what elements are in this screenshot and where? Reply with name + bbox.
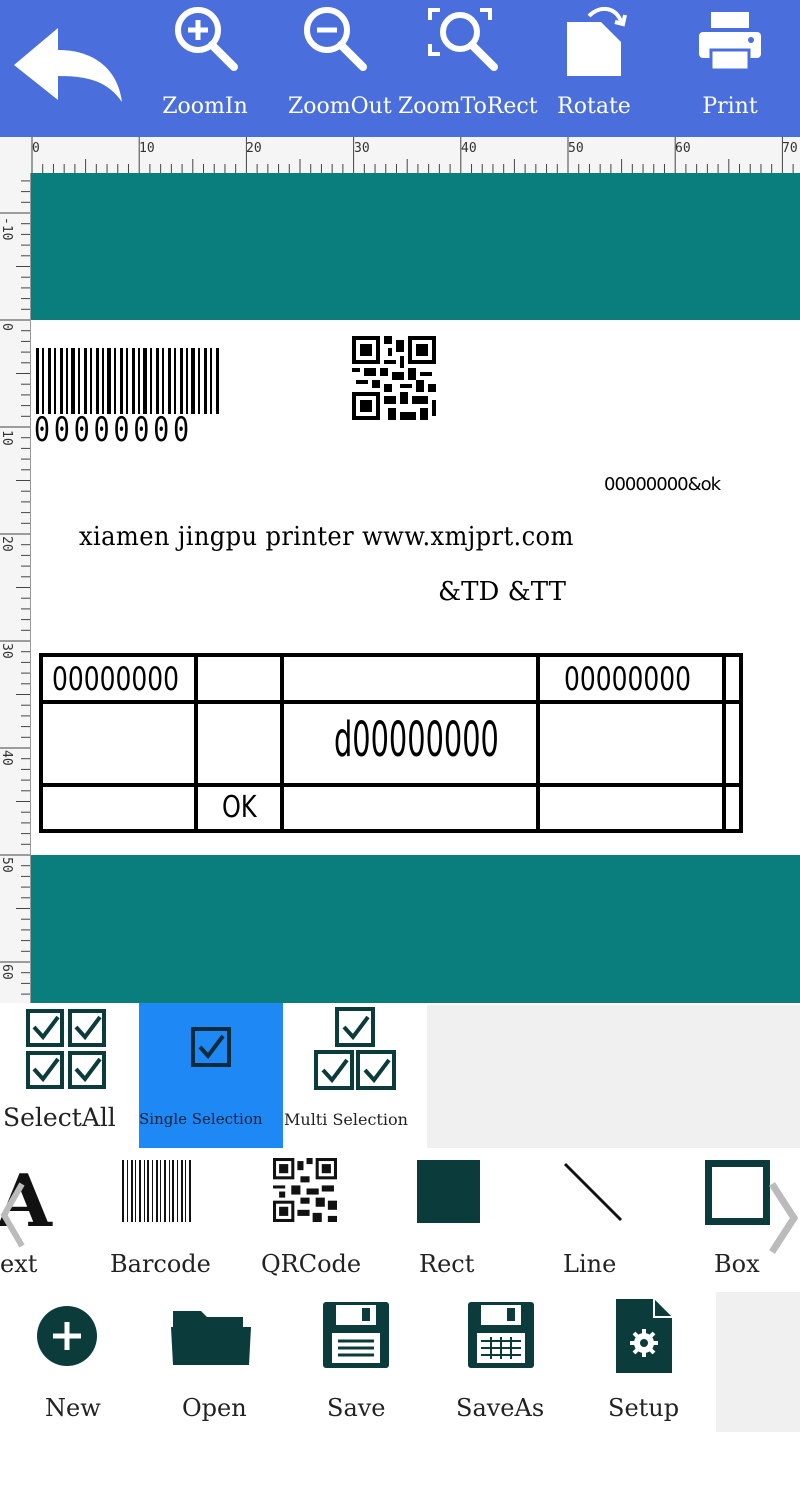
multi-check-icon [314, 1007, 396, 1090]
tool-rect-label: Rect [419, 1250, 475, 1278]
tool-text-label: ext [0, 1250, 38, 1278]
text-element-date-time[interactable]: &TD &TT [438, 577, 566, 607]
multi-selection-button[interactable]: Multi Selection [284, 1003, 426, 1148]
table-cell-text: 00000000 [564, 660, 692, 698]
barcode-text: 00000000 [34, 410, 193, 450]
zoom-in-label: ZoomIn [162, 94, 248, 119]
ruler-mark: 50 [0, 857, 14, 873]
ruler-mark: 40 [0, 750, 14, 766]
tool-box-label: Box [714, 1250, 760, 1278]
ruler-mark: 30 [354, 141, 370, 156]
print-button[interactable]: Print [688, 0, 772, 137]
save-label: Save [327, 1394, 386, 1422]
single-check-icon [191, 1027, 231, 1067]
plus-circle-icon [37, 1306, 97, 1366]
ruler-mark: 40 [461, 141, 477, 156]
select-all-label: SelectAll [3, 1103, 116, 1132]
ruler-mark: 0 [0, 323, 14, 331]
save-as-icon [468, 1302, 534, 1368]
zoom-out-button[interactable]: ZoomOut [288, 0, 392, 137]
ruler-mark: 60 [0, 964, 14, 980]
settings-file-icon [616, 1299, 672, 1373]
print-label: Print [702, 94, 758, 119]
tool-line-label: Line [563, 1250, 617, 1278]
table-cell-text: d00000000 [334, 712, 499, 768]
zoom-out-icon [304, 7, 367, 71]
setup-label: Setup [608, 1394, 680, 1422]
qrcode-icon [273, 1158, 337, 1222]
selection-bar-empty [427, 1005, 800, 1148]
table-cell-text: 00000000 [52, 660, 180, 698]
multi-selection-label: Multi Selection [284, 1110, 408, 1129]
zoom-in-button[interactable]: ZoomIn [160, 0, 250, 137]
box-icon [705, 1160, 770, 1225]
barcode-icon [122, 1160, 191, 1222]
ruler-mark: 30 [0, 643, 14, 659]
zoom-to-rect-label: ZoomToRect [398, 94, 538, 119]
zoom-in-icon [175, 7, 238, 71]
printer-icon [699, 12, 761, 72]
qrcode-element[interactable] [352, 336, 436, 420]
save-as-label: SaveAs [456, 1394, 545, 1422]
ruler-ticks [0, 180, 30, 995]
tool-qrcode-label: QRCode [261, 1250, 362, 1278]
table-cell-text: OK [222, 790, 257, 825]
zoom-to-rect-icon [428, 8, 498, 71]
vertical-ruler: -10 0 10 20 30 40 50 60 [0, 173, 31, 1003]
rotate-label: Rotate [557, 94, 631, 119]
open-label: Open [182, 1394, 247, 1422]
ruler-mark: 50 [568, 141, 584, 156]
top-toolbar: ZoomIn ZoomOut ZoomToRect Rotate Print [0, 0, 800, 137]
single-selection-label: Single Selection [139, 1110, 263, 1128]
zoom-to-rect-button[interactable]: ZoomToRect [398, 0, 538, 137]
rotate-button[interactable]: Rotate [550, 0, 638, 137]
ruler-mark: 70 [782, 141, 798, 156]
select-all-button[interactable]: SelectAll [0, 1003, 138, 1148]
ruler-mark: 20 [246, 141, 262, 156]
rect-icon [417, 1160, 480, 1223]
line-icon [563, 1162, 623, 1222]
ruler-mark: 10 [0, 430, 14, 446]
back-button[interactable] [10, 20, 125, 110]
text-element-company[interactable]: xiamen jingpu printer www.xmjprt.com [79, 522, 574, 552]
rotate-icon [567, 6, 627, 76]
back-arrow-icon [14, 28, 122, 102]
ruler-mark: 10 [139, 141, 155, 156]
bottom-bar-empty [716, 1292, 800, 1432]
ruler-mark: 0 [32, 141, 40, 156]
ruler-mark: -10 [0, 217, 14, 241]
new-label: New [45, 1394, 101, 1422]
zoom-out-label: ZoomOut [288, 94, 392, 119]
text-element-top-right[interactable]: 00000000&ok [604, 474, 721, 495]
tool-barcode-label: Barcode [110, 1250, 211, 1278]
select-all-icon [26, 1009, 106, 1089]
save-icon [323, 1302, 389, 1368]
folder-icon [171, 1311, 251, 1365]
ruler-mark: 20 [0, 536, 14, 552]
barcode-element[interactable] [36, 348, 250, 414]
canvas-top-margin [31, 173, 800, 320]
horizontal-ruler: 0 10 20 30 40 50 60 70 [0, 137, 800, 174]
ruler-mark: 60 [675, 141, 691, 156]
canvas-bottom-margin [31, 855, 800, 1003]
scroll-left-arrow-icon[interactable] [0, 1180, 26, 1250]
single-selection-button[interactable]: Single Selection [139, 1003, 283, 1148]
scroll-right-arrow-icon[interactable] [766, 1180, 800, 1256]
